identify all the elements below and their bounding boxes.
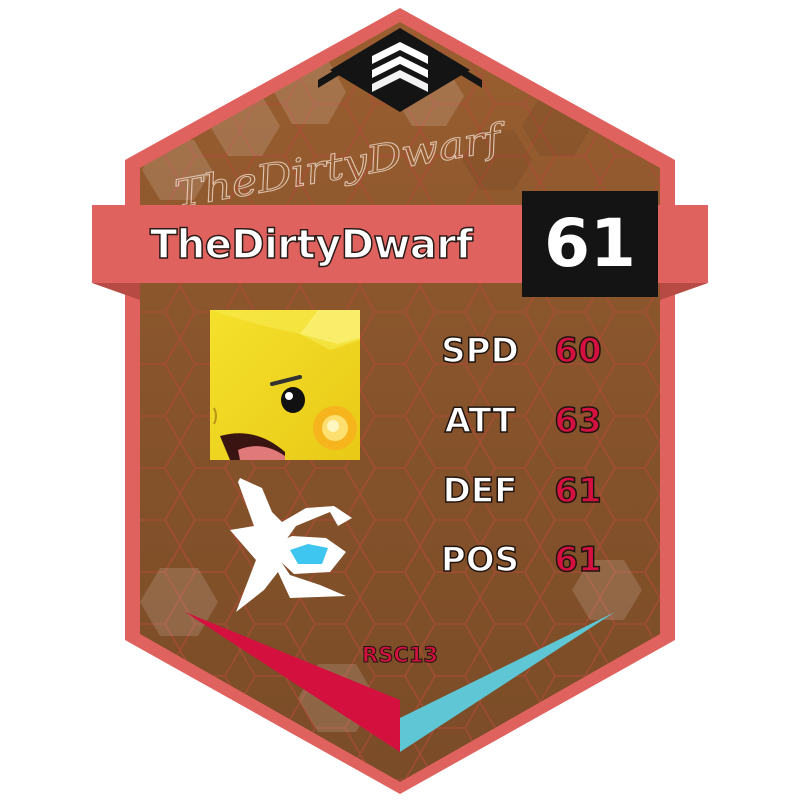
stat-value-att: 63: [554, 400, 603, 442]
stat-value-spd: 60: [554, 330, 603, 372]
stat-label-def: DEF: [442, 470, 518, 512]
player-card: TheDirtyDwarf: [92, 8, 708, 794]
stat-value-def: 61: [554, 470, 603, 512]
stat-label-att: ATT: [444, 400, 516, 442]
season-label: RSC13: [362, 643, 439, 668]
stat-label-spd: SPD: [440, 330, 519, 372]
stat-label-pos: POS: [440, 539, 520, 581]
player-name: TheDirtyDwarf: [149, 221, 474, 269]
stat-value-pos: 61: [554, 539, 603, 581]
pikachu-avatar: [210, 310, 360, 460]
overall-rating: 61: [544, 205, 636, 282]
rating-badge: 61: [522, 191, 658, 297]
